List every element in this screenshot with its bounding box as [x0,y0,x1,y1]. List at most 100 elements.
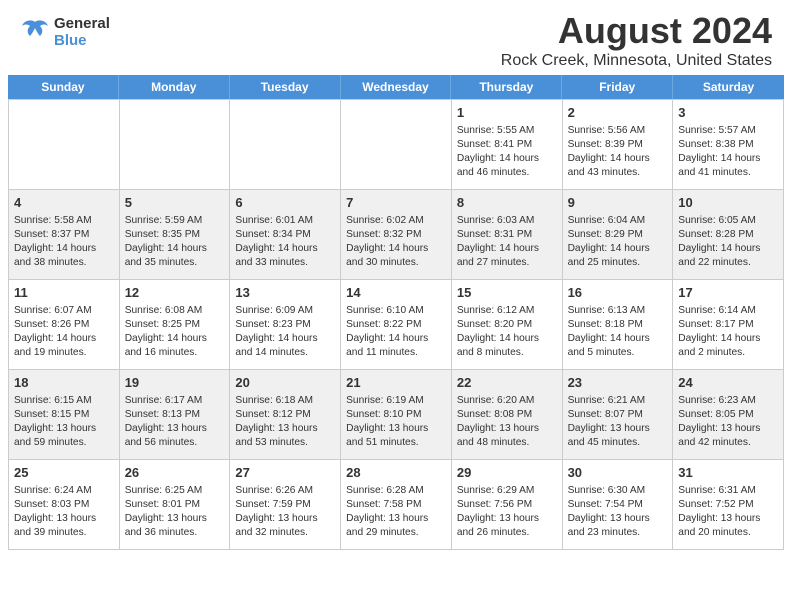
day-number: 9 [568,194,668,212]
day-number: 23 [568,374,668,392]
day-number: 31 [678,464,778,482]
day-info: Sunrise: 5:55 AMSunset: 8:41 PMDaylight:… [457,124,557,180]
day-info: Sunrise: 6:10 AMSunset: 8:22 PMDaylight:… [346,304,446,360]
day-number: 14 [346,284,446,302]
calendar-cell-2-6: 17 Sunrise: 6:14 AMSunset: 8:17 PMDayligh… [673,280,784,370]
day-info: Sunrise: 6:12 AMSunset: 8:20 PMDaylight:… [457,304,557,360]
calendar-row-4: 25 Sunrise: 6:24 AMSunset: 8:03 PMDayligh… [9,460,784,550]
day-number: 26 [125,464,225,482]
calendar-row-1: 4Sunrise: 5:58 AMSunset: 8:37 PMDaylight… [9,190,784,280]
day-number: 8 [457,194,557,212]
header-wednesday: Wednesday [341,75,452,99]
day-number: 3 [678,104,778,122]
day-info: Sunrise: 6:17 AMSunset: 8:13 PMDaylight:… [125,394,225,450]
calendar-cell-4-1: 26 Sunrise: 6:25 AMSunset: 8:01 PMDayligh… [120,460,231,550]
day-number: 10 [678,194,778,212]
title-block: August 2024 Rock Creek, Minnesota, Unite… [501,10,772,70]
logo-text: General Blue [54,15,110,49]
day-info: Sunrise: 6:14 AMSunset: 8:17 PMDaylight:… [678,304,778,360]
calendar-cell-1-3: 7Sunrise: 6:02 AMSunset: 8:32 PMDaylight… [341,190,452,280]
calendar-cell-2-2: 13Sunrise: 6:09 AMSunset: 8:23 PMDayligh… [230,280,341,370]
day-info: Sunrise: 6:01 AMSunset: 8:34 PMDaylight:… [235,214,335,270]
calendar-cell-0-5: 2Sunrise: 5:56 AMSunset: 8:39 PMDaylight… [563,100,674,190]
calendar-cell-3-2: 20 Sunrise: 6:18 AMSunset: 8:12 PMDayligh… [230,370,341,460]
page-title: August 2024 [501,10,772,52]
day-number: 28 [346,464,446,482]
day-info: Sunrise: 6:09 AMSunset: 8:23 PMDaylight:… [235,304,335,360]
header-sunday: Sunday [8,75,119,99]
day-info: Sunrise: 6:07 AMSunset: 8:26 PMDaylight:… [14,304,114,360]
calendar-cell-3-5: 23 Sunrise: 6:21 AMSunset: 8:07 PMDayligh… [563,370,674,460]
day-info: Sunrise: 6:18 AMSunset: 8:12 PMDaylight:… [235,394,335,450]
day-number: 22 [457,374,557,392]
logo-icon [20,18,50,46]
header-saturday: Saturday [673,75,784,99]
day-info: Sunrise: 6:03 AMSunset: 8:31 PMDaylight:… [457,214,557,270]
logo: General Blue [20,15,110,49]
calendar-cell-1-5: 9 Sunrise: 6:04 AMSunset: 8:29 PMDaylight… [563,190,674,280]
day-info: Sunrise: 6:08 AMSunset: 8:25 PMDaylight:… [125,304,225,360]
day-info: Sunrise: 6:26 AMSunset: 7:59 PMDaylight:… [235,484,335,540]
day-info: Sunrise: 5:57 AMSunset: 8:38 PMDaylight:… [678,124,778,180]
calendar-cell-1-6: 10 Sunrise: 6:05 AMSunset: 8:28 PMDayligh… [673,190,784,280]
day-info: Sunrise: 5:56 AMSunset: 8:39 PMDaylight:… [568,124,668,180]
day-number: 17 [678,284,778,302]
day-info: Sunrise: 6:30 AMSunset: 7:54 PMDaylight:… [568,484,668,540]
day-number: 19 [125,374,225,392]
day-info: Sunrise: 6:31 AMSunset: 7:52 PMDaylight:… [678,484,778,540]
day-info: Sunrise: 6:21 AMSunset: 8:07 PMDaylight:… [568,394,668,450]
day-number: 11 [14,284,114,302]
calendar-cell-4-6: 31 Sunrise: 6:31 AMSunset: 7:52 PMDayligh… [673,460,784,550]
calendar-row-3: 18Sunrise: 6:15 AMSunset: 8:15 PMDayligh… [9,370,784,460]
calendar-cell-0-6: 3 Sunrise: 5:57 AMSunset: 8:38 PMDaylight… [673,100,784,190]
day-number: 15 [457,284,557,302]
day-info: Sunrise: 6:24 AMSunset: 8:03 PMDaylight:… [14,484,114,540]
calendar-row-0: 1Sunrise: 5:55 AMSunset: 8:41 PMDaylight… [9,100,784,190]
day-info: Sunrise: 6:28 AMSunset: 7:58 PMDaylight:… [346,484,446,540]
day-number: 21 [346,374,446,392]
day-info: Sunrise: 6:02 AMSunset: 8:32 PMDaylight:… [346,214,446,270]
calendar-row-2: 11 Sunrise: 6:07 AMSunset: 8:26 PMDayligh… [9,280,784,370]
day-info: Sunrise: 5:59 AMSunset: 8:35 PMDaylight:… [125,214,225,270]
day-number: 27 [235,464,335,482]
day-info: Sunrise: 6:05 AMSunset: 8:28 PMDaylight:… [678,214,778,270]
calendar-cell-1-4: 8 Sunrise: 6:03 AMSunset: 8:31 PMDaylight… [452,190,563,280]
day-info: Sunrise: 6:25 AMSunset: 8:01 PMDaylight:… [125,484,225,540]
day-number: 24 [678,374,778,392]
day-info: Sunrise: 6:29 AMSunset: 7:56 PMDaylight:… [457,484,557,540]
calendar-cell-4-4: 29 Sunrise: 6:29 AMSunset: 7:56 PMDayligh… [452,460,563,550]
page-subtitle: Rock Creek, Minnesota, United States [501,52,772,70]
calendar-cell-1-2: 6 Sunrise: 6:01 AMSunset: 8:34 PMDaylight… [230,190,341,280]
calendar-cell-3-4: 22Sunrise: 6:20 AMSunset: 8:08 PMDayligh… [452,370,563,460]
calendar-cell-0-2 [230,100,341,190]
calendar-cell-4-3: 28 Sunrise: 6:28 AMSunset: 7:58 PMDayligh… [341,460,452,550]
calendar-cell-0-4: 1Sunrise: 5:55 AMSunset: 8:41 PMDaylight… [452,100,563,190]
day-number: 20 [235,374,335,392]
calendar-cell-0-0 [9,100,120,190]
day-info: Sunrise: 6:04 AMSunset: 8:29 PMDaylight:… [568,214,668,270]
day-number: 12 [125,284,225,302]
day-number: 29 [457,464,557,482]
calendar-cell-2-1: 12 Sunrise: 6:08 AMSunset: 8:25 PMDayligh… [120,280,231,370]
day-number: 30 [568,464,668,482]
day-number: 6 [235,194,335,212]
day-number: 4 [14,194,114,212]
calendar-cell-2-5: 16Sunrise: 6:13 AMSunset: 8:18 PMDayligh… [563,280,674,370]
day-info: Sunrise: 6:19 AMSunset: 8:10 PMDaylight:… [346,394,446,450]
calendar-cell-1-1: 5 Sunrise: 5:59 AMSunset: 8:35 PMDaylight… [120,190,231,280]
day-info: Sunrise: 6:15 AMSunset: 8:15 PMDaylight:… [14,394,114,450]
calendar-cell-4-2: 27 Sunrise: 6:26 AMSunset: 7:59 PMDayligh… [230,460,341,550]
calendar-body: 1Sunrise: 5:55 AMSunset: 8:41 PMDaylight… [8,99,784,550]
calendar-cell-3-6: 24Sunrise: 6:23 AMSunset: 8:05 PMDayligh… [673,370,784,460]
calendar-cell-3-1: 19 Sunrise: 6:17 AMSunset: 8:13 PMDayligh… [120,370,231,460]
calendar-cell-2-4: 15 Sunrise: 6:12 AMSunset: 8:20 PMDayligh… [452,280,563,370]
day-number: 5 [125,194,225,212]
calendar-cell-1-0: 4Sunrise: 5:58 AMSunset: 8:37 PMDaylight… [9,190,120,280]
header-friday: Friday [562,75,673,99]
calendar-cell-0-1 [120,100,231,190]
calendar-cell-3-3: 21 Sunrise: 6:19 AMSunset: 8:10 PMDayligh… [341,370,452,460]
day-number: 16 [568,284,668,302]
calendar-cell-2-3: 14 Sunrise: 6:10 AMSunset: 8:22 PMDayligh… [341,280,452,370]
day-number: 25 [14,464,114,482]
calendar-cell-4-0: 25 Sunrise: 6:24 AMSunset: 8:03 PMDayligh… [9,460,120,550]
